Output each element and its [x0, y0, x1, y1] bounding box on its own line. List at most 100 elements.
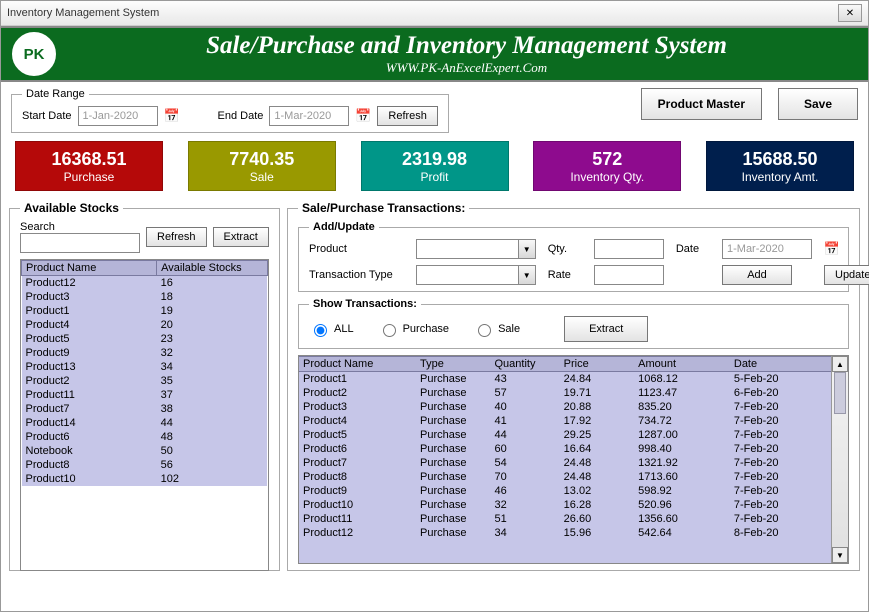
qty-input[interactable]	[594, 239, 664, 259]
title-bar: Inventory Management System ✕	[1, 1, 868, 26]
transactions-extract-button[interactable]: Extract	[564, 316, 648, 342]
page-title: Sale/Purchase and Inventory Management S…	[75, 33, 858, 58]
rate-label: Rate	[548, 269, 582, 281]
table-row[interactable]: Product523	[22, 332, 268, 346]
table-row[interactable]: Product420	[22, 318, 268, 332]
col-date: Date	[730, 357, 831, 372]
card-sale: 7740.35 Sale	[188, 141, 336, 191]
inventory-qty-label: Inventory Qty.	[570, 170, 644, 184]
table-row[interactable]: Product119	[22, 304, 268, 318]
date-range-group: Date Range Start Date 📅 End Date 📅 Refre…	[11, 88, 449, 133]
calendar-icon[interactable]: 📅	[824, 241, 840, 257]
profit-label: Profit	[420, 170, 448, 184]
add-update-legend: Add/Update	[309, 221, 379, 233]
chevron-down-icon[interactable]: ▼	[518, 240, 535, 258]
window-title: Inventory Management System	[7, 7, 159, 19]
transactions-legend: Sale/Purchase Transactions:	[298, 201, 469, 215]
table-row[interactable]: Product648	[22, 430, 268, 444]
table-row[interactable]: Notebook50	[22, 444, 268, 458]
end-date-label: End Date	[218, 110, 264, 122]
table-row[interactable]: Product2Purchase5719.711123.476-Feb-20	[299, 386, 831, 400]
transactions-group: Sale/Purchase Transactions: Add/Update P…	[287, 201, 860, 571]
table-row[interactable]: Product1444	[22, 416, 268, 430]
radio-purchase[interactable]: Purchase	[378, 321, 449, 337]
table-row[interactable]: Product8Purchase7024.481713.607-Feb-20	[299, 470, 831, 484]
transaction-type-select[interactable]: ▼	[416, 265, 536, 285]
table-row[interactable]: Product1Purchase4324.841068.125-Feb-20	[299, 372, 831, 387]
product-select[interactable]: ▼	[416, 239, 536, 259]
inventory-amt-value: 15688.50	[742, 149, 817, 170]
banner: PK Sale/Purchase and Inventory Managemen…	[1, 26, 868, 82]
logo: PK	[11, 31, 57, 77]
sale-label: Sale	[250, 170, 274, 184]
card-profit: 2319.98 Profit	[361, 141, 509, 191]
search-input[interactable]	[20, 233, 140, 253]
inventory-amt-label: Inventory Amt.	[742, 170, 819, 184]
table-row[interactable]: Product12Purchase3415.96542.648-Feb-20	[299, 526, 831, 540]
scroll-thumb[interactable]	[834, 372, 846, 414]
card-purchase: 16368.51 Purchase	[15, 141, 163, 191]
calendar-icon[interactable]: 📅	[164, 108, 180, 124]
qty-label: Qty.	[548, 243, 582, 255]
card-inventory-amt: 15688.50 Inventory Amt.	[706, 141, 854, 191]
col-available-stocks: Available Stocks	[157, 261, 268, 276]
update-button[interactable]: Update	[824, 265, 869, 285]
table-row[interactable]: Product4Purchase4117.92734.727-Feb-20	[299, 414, 831, 428]
transactions-list[interactable]: Product Name Type Quantity Price Amount …	[299, 356, 831, 563]
card-inventory-qty: 572 Inventory Qty.	[533, 141, 681, 191]
table-row[interactable]: Product10Purchase3216.28520.967-Feb-20	[299, 498, 831, 512]
calendar-icon[interactable]: 📅	[355, 108, 371, 124]
scroll-up-icon[interactable]: ▲	[832, 356, 848, 372]
show-transactions-legend: Show Transactions:	[309, 298, 421, 310]
table-row[interactable]: Product235	[22, 374, 268, 388]
inventory-qty-value: 572	[592, 149, 622, 170]
search-label: Search	[20, 221, 140, 233]
table-row[interactable]: Product7Purchase5424.481321.927-Feb-20	[299, 456, 831, 470]
end-date-input[interactable]	[269, 106, 349, 126]
table-row[interactable]: Product932	[22, 346, 268, 360]
table-row[interactable]: Product1137	[22, 388, 268, 402]
table-row[interactable]: Product856	[22, 458, 268, 472]
start-date-label: Start Date	[22, 110, 72, 122]
date-range-legend: Date Range	[22, 88, 89, 100]
table-row[interactable]: Product10102	[22, 472, 268, 486]
close-icon[interactable]: ✕	[838, 4, 862, 22]
col-price: Price	[560, 357, 634, 372]
product-master-button[interactable]: Product Master	[641, 88, 762, 120]
show-transactions-group: Show Transactions: ALL Purchase Sale Ext…	[298, 298, 849, 349]
chevron-down-icon[interactable]: ▼	[518, 266, 535, 284]
scroll-down-icon[interactable]: ▼	[832, 547, 848, 563]
table-row[interactable]: Product318	[22, 290, 268, 304]
transaction-date-input[interactable]	[722, 239, 812, 259]
radio-sale[interactable]: Sale	[473, 321, 520, 337]
available-stocks-group: Available Stocks Search Refresh Extract …	[9, 201, 280, 571]
transaction-type-label: Transaction Type	[309, 269, 404, 281]
col-product-name: Product Name	[22, 261, 157, 276]
radio-all[interactable]: ALL	[309, 321, 354, 337]
table-row[interactable]: Product6Purchase6016.64998.407-Feb-20	[299, 442, 831, 456]
table-row[interactable]: Product5Purchase4429.251287.007-Feb-20	[299, 428, 831, 442]
table-row[interactable]: Product11Purchase5126.601356.607-Feb-20	[299, 512, 831, 526]
rate-input[interactable]	[594, 265, 664, 285]
add-update-group: Add/Update Product ▼ Qty. Date 📅 Transac…	[298, 221, 849, 292]
available-refresh-button[interactable]: Refresh	[146, 227, 207, 247]
table-row[interactable]: Product9Purchase4613.02598.927-Feb-20	[299, 484, 831, 498]
save-button[interactable]: Save	[778, 88, 858, 120]
refresh-button[interactable]: Refresh	[377, 106, 438, 126]
col-amount: Amount	[634, 357, 730, 372]
scrollbar[interactable]: ▲ ▼	[831, 356, 848, 563]
table-row[interactable]: Product1216	[22, 276, 268, 291]
start-date-input[interactable]	[78, 106, 158, 126]
page-subtitle: WWW.PK-AnExcelExpert.Com	[75, 60, 858, 76]
available-stocks-list[interactable]: Product Name Available Stocks Product121…	[20, 259, 269, 571]
available-extract-button[interactable]: Extract	[213, 227, 269, 247]
table-row[interactable]: Product3Purchase4020.88835.207-Feb-20	[299, 400, 831, 414]
col-quantity: Quantity	[491, 357, 560, 372]
col-type: Type	[416, 357, 490, 372]
purchase-label: Purchase	[64, 170, 115, 184]
table-row[interactable]: Product738	[22, 402, 268, 416]
table-row[interactable]: Product1334	[22, 360, 268, 374]
add-button[interactable]: Add	[722, 265, 792, 285]
profit-value: 2319.98	[402, 149, 467, 170]
purchase-value: 16368.51	[51, 149, 126, 170]
